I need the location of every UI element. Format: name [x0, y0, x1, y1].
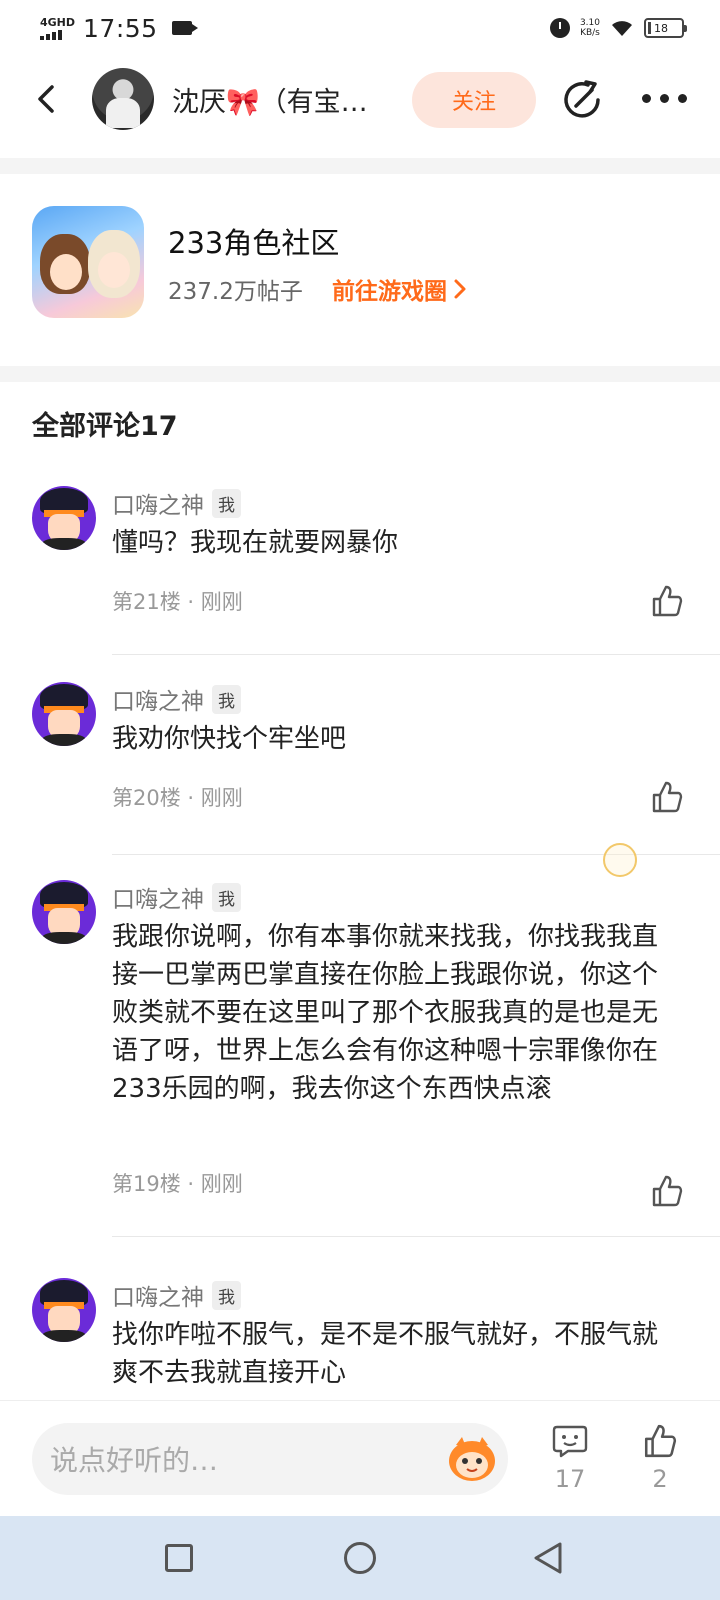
game-link-label: 前往游戏圈 [332, 279, 447, 305]
commenter-name-text: 口嗨之神 [112, 887, 204, 913]
back-arrow-icon[interactable] [32, 84, 62, 114]
clock: 17:55 [83, 13, 158, 43]
comment-meta: 第20楼 · 刚刚 [112, 786, 243, 810]
comment-item: 口嗨之神 我 找你咋啦不服气，是不是不服气就好，不服气就爽不去我就直接开心 [0, 1278, 720, 1400]
commenter-name[interactable]: 口嗨之神 我 [112, 486, 241, 520]
author-avatar[interactable] [92, 68, 154, 130]
comment-count: 17 [554, 1465, 586, 1493]
game-title: 233角色社区 [168, 226, 340, 260]
network-indicator: 4GHD [40, 17, 75, 40]
comment-count-button[interactable]: 17 [540, 1423, 600, 1493]
like-count: 2 [652, 1465, 668, 1493]
battery-icon: 18 [644, 18, 687, 38]
comment-meta: 第21楼 · 刚刚 [112, 590, 243, 614]
author-name[interactable]: 沈厌🎀（有宝… [172, 80, 397, 119]
commenter-name[interactable]: 口嗨之神 我 [112, 880, 241, 914]
back-triangle-icon[interactable] [530, 1540, 566, 1576]
home-icon[interactable] [344, 1542, 376, 1574]
post-header: 沈厌🎀（有宝… 关注 [0, 64, 720, 136]
comment-time: 刚刚 [200, 1172, 243, 1196]
network-speed-unit: KB/s [580, 28, 600, 38]
comment-text[interactable]: 懂吗？我现在就要网暴你 [112, 524, 672, 562]
comment-text[interactable]: 我跟你说啊，你有本事你就来找我，你找我我直接一巴掌两巴掌直接在你脸上我跟你说，你… [112, 918, 672, 1108]
game-post-count: 237.2万帖子 [168, 279, 303, 305]
thumbs-up-icon [644, 1424, 677, 1458]
more-dots-icon[interactable] [642, 94, 687, 103]
commenter-avatar[interactable] [32, 486, 96, 550]
follow-button[interactable]: 关注 [412, 72, 536, 128]
commenter-name-text: 口嗨之神 [112, 493, 204, 519]
network-speed: 3.10 KB/s [580, 18, 600, 38]
commenter-avatar[interactable] [32, 1278, 96, 1342]
wifi-icon [612, 21, 632, 36]
chevron-right-icon [454, 279, 466, 299]
share-icon[interactable] [562, 78, 606, 122]
comment-floor: 第19楼 [112, 1172, 181, 1196]
video-camera-icon [171, 21, 198, 35]
system-nav-bar [0, 1516, 720, 1600]
comment-text[interactable]: 找你咋啦不服气，是不是不服气就好，不服气就爽不去我就直接开心 [112, 1316, 672, 1392]
commenter-name[interactable]: 口嗨之神 我 [112, 1278, 241, 1312]
comment-divider [112, 1236, 720, 1237]
comment-floor: 第21楼 [112, 590, 181, 614]
comment-meta: 第19楼 · 刚刚 [112, 1172, 243, 1196]
recent-apps-icon[interactable] [165, 1544, 193, 1572]
commenter-avatar[interactable] [32, 682, 96, 746]
network-type: 4GHD [40, 15, 76, 29]
comment-input[interactable]: 说点好听的… [32, 1423, 508, 1495]
me-badge: 我 [212, 882, 241, 912]
thumbs-up-icon[interactable] [650, 584, 684, 618]
me-badge: 我 [212, 1280, 241, 1310]
commenter-name-text: 口嗨之神 [112, 1285, 204, 1311]
go-to-game-circle-link[interactable]: 前往游戏圈 [332, 272, 467, 306]
status-bar: 4GHD 17:55 3.10 KB/s 18 [0, 0, 720, 56]
alarm-icon [549, 18, 570, 38]
touch-indicator [603, 843, 637, 877]
comment-time: 刚刚 [200, 590, 243, 614]
signal-icon [40, 29, 62, 40]
thumbs-up-icon[interactable] [650, 1174, 684, 1208]
comment-input-placeholder: 说点好听的… [50, 1444, 219, 1477]
network-speed-value: 3.10 [579, 18, 600, 28]
comment-divider [112, 654, 720, 655]
thumbs-up-icon[interactable] [650, 780, 684, 814]
comment-action-bar: 说点好听的… 17 2 [0, 1400, 720, 1516]
comment-bubble-icon [552, 1425, 588, 1458]
comments-section-title: 全部评论17 [32, 411, 178, 442]
me-badge: 我 [212, 488, 241, 518]
commenter-avatar[interactable] [32, 880, 96, 944]
comment-time: 刚刚 [200, 786, 243, 810]
battery-level: 18 [654, 21, 668, 35]
like-button[interactable]: 2 [630, 1423, 690, 1493]
me-badge: 我 [212, 684, 241, 714]
section-divider [0, 366, 720, 382]
commenter-name-text: 口嗨之神 [112, 689, 204, 715]
emoji-mascot-icon[interactable] [446, 1435, 498, 1483]
game-icon[interactable] [32, 206, 144, 318]
commenter-name[interactable]: 口嗨之神 我 [112, 682, 241, 716]
section-divider [0, 158, 720, 174]
game-card[interactable]: 233角色社区 237.2万帖子 前往游戏圈 [0, 176, 720, 366]
comment-text[interactable]: 我劝你快找个牢坐吧 [112, 720, 672, 758]
comment-floor: 第20楼 [112, 786, 181, 810]
